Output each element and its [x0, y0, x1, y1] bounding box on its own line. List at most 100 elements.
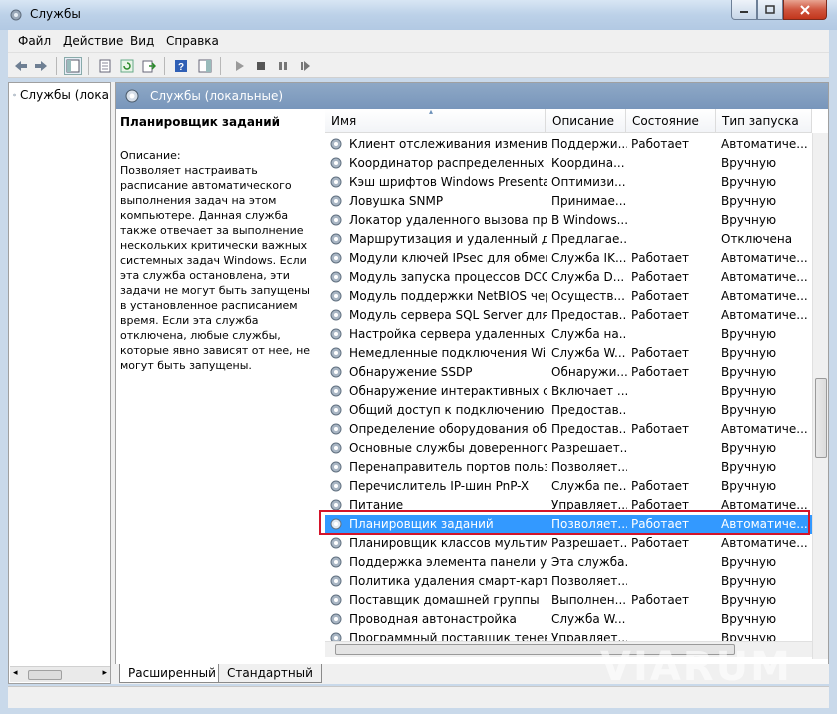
- menu-bar: Файл Действие Вид Справка: [8, 30, 829, 52]
- service-description-cell: Разрешает...: [551, 441, 627, 455]
- console-tree: Службы (лока ◂ ▸: [8, 82, 111, 684]
- service-startup-cell: Автоматиче...: [721, 251, 808, 265]
- tree-horizontal-scrollbar[interactable]: ◂ ▸: [10, 666, 110, 682]
- back-button[interactable]: [12, 57, 30, 75]
- table-row[interactable]: Обнаружение SSDP Обнаружи... Работает Вручн…: [325, 363, 812, 382]
- scrollbar-thumb[interactable]: [815, 378, 827, 458]
- table-row[interactable]: Перечислитель IP-шин PnP-X Служба пе... Ра…: [325, 477, 812, 496]
- service-gear-icon: [330, 385, 342, 397]
- service-status-cell: Работает: [631, 308, 690, 322]
- services-list: ▴ Имя Описание Состояние Тип запуска Кли…: [325, 109, 828, 659]
- show-console-tree-button[interactable]: [64, 57, 82, 75]
- forward-button[interactable]: [32, 57, 50, 75]
- service-gear-icon: [330, 461, 342, 473]
- table-row[interactable]: Модули ключей IPsec для обмена... Служба …: [325, 249, 812, 268]
- menu-view[interactable]: Вид: [130, 34, 154, 48]
- column-header-description[interactable]: Описание: [546, 109, 626, 133]
- table-row[interactable]: Поддержка элемента панели упр... Эта служ…: [325, 553, 812, 572]
- table-row[interactable]: Модуль сервера SQL Server для за... Предо…: [325, 306, 812, 325]
- pause-icon: [279, 62, 287, 70]
- service-startup-cell: Вручную: [721, 365, 777, 379]
- table-row[interactable]: Основные службы доверенного ... Разрешает…: [325, 439, 812, 458]
- minimize-button[interactable]: [731, 0, 757, 20]
- service-startup-cell: Вручную: [721, 384, 777, 398]
- scroll-left-icon[interactable]: ◂: [13, 668, 18, 678]
- table-row[interactable]: Политика удаления смарт-карт Позволяет...…: [325, 572, 812, 591]
- table-row[interactable]: Немедленные подключения Win... Служба W..…: [325, 344, 812, 363]
- column-header-startup-type[interactable]: Тип запуска: [716, 109, 812, 133]
- menu-action[interactable]: Действие: [63, 34, 123, 48]
- service-gear-icon: [330, 347, 342, 359]
- service-gear-icon: [330, 404, 342, 416]
- service-status-cell: Работает: [631, 593, 690, 607]
- restart-service-button[interactable]: [296, 57, 314, 75]
- tree-item-services-local[interactable]: Службы (лока: [13, 87, 109, 103]
- menu-file[interactable]: Файл: [18, 34, 51, 48]
- pane-header: Службы (локальные): [116, 83, 828, 109]
- service-startup-cell: Вручную: [721, 555, 777, 569]
- export-list-button[interactable]: [140, 57, 158, 75]
- window-title: Службы: [30, 7, 81, 21]
- service-name-cell: Перенаправитель портов пользо...: [349, 460, 547, 474]
- close-icon: [800, 4, 810, 15]
- menu-help[interactable]: Справка: [166, 34, 219, 48]
- scrollbar-thumb[interactable]: [28, 670, 62, 680]
- column-header-status[interactable]: Состояние: [626, 109, 716, 133]
- help-button[interactable]: ?: [172, 57, 190, 75]
- service-description-cell: Осуществ...: [551, 289, 625, 303]
- table-row[interactable]: Ловушка SNMP Принимае... Вручную: [325, 192, 812, 211]
- column-header-status-label: Состояние: [632, 114, 699, 128]
- table-row[interactable]: Общий доступ к подключению к ... Предоста…: [325, 401, 812, 420]
- service-description-cell: Предостав...: [551, 308, 627, 322]
- column-header-name[interactable]: ▴ Имя: [325, 109, 546, 133]
- status-bar: [8, 686, 829, 708]
- service-name-cell: Основные службы доверенного ...: [349, 441, 547, 455]
- table-row[interactable]: Определение оборудования обол... Предоста…: [325, 420, 812, 439]
- svg-text:?: ?: [178, 62, 184, 73]
- table-row[interactable]: Локатор удаленного вызова проц... В Windo…: [325, 211, 812, 230]
- table-row[interactable]: Модуль поддержки NetBIOS чере... Осуществ…: [325, 287, 812, 306]
- title-bar[interactable]: Службы: [0, 0, 837, 30]
- service-status-cell: Работает: [631, 270, 690, 284]
- table-row[interactable]: Обнаружение интерактивных слу... Включает…: [325, 382, 812, 401]
- maximize-button[interactable]: [757, 0, 783, 20]
- selection-highlight-frame: [319, 510, 810, 535]
- toolbar: ?: [8, 52, 829, 78]
- properties-button[interactable]: [96, 57, 114, 75]
- list-vertical-scrollbar[interactable]: [812, 133, 828, 659]
- service-startup-cell: Вручную: [721, 460, 777, 474]
- stop-service-button[interactable]: [252, 57, 270, 75]
- show-action-pane-button[interactable]: [196, 57, 214, 75]
- table-row[interactable]: Кэш шрифтов Windows Presentati... Оптимиз…: [325, 173, 812, 192]
- table-row[interactable]: Настройка сервера удаленных ра... Служба …: [325, 325, 812, 344]
- table-row[interactable]: Проводная автонастройка Служба W... Вручну…: [325, 610, 812, 629]
- service-startup-cell: Вручную: [721, 574, 777, 588]
- service-description-cell: Предлагае...: [551, 232, 627, 246]
- scroll-right-icon[interactable]: ▸: [102, 668, 107, 678]
- close-button[interactable]: [783, 0, 827, 20]
- tab-standard[interactable]: Стандартный: [218, 664, 322, 683]
- service-startup-cell: Отключена: [721, 232, 793, 246]
- table-row[interactable]: Маршрутизация и удаленный дос... Предлага…: [325, 230, 812, 249]
- sort-ascending-icon: ▴: [429, 109, 434, 116]
- service-gear-icon: [330, 233, 342, 245]
- refresh-button[interactable]: [118, 57, 136, 75]
- service-name-cell: Проводная автонастройка: [349, 612, 517, 626]
- service-name-cell: Локатор удаленного вызова проц...: [349, 213, 547, 227]
- table-row[interactable]: Координатор распределенных тр... Координа…: [325, 154, 812, 173]
- arrow-right-icon: [35, 61, 47, 71]
- tab-extended[interactable]: Расширенный: [119, 664, 225, 683]
- table-row[interactable]: Перенаправитель портов пользо... Позволяе…: [325, 458, 812, 477]
- services-gear-icon: [125, 89, 139, 103]
- table-row[interactable]: Планировщик классов мультиме... Разрешает…: [325, 534, 812, 553]
- service-status-cell: Работает: [631, 346, 690, 360]
- pause-service-button[interactable]: [274, 57, 292, 75]
- table-row[interactable]: Поставщик домашней группы Выполнен... Рабо…: [325, 591, 812, 610]
- service-gear-icon: [330, 328, 342, 340]
- service-gear-icon: [330, 309, 342, 321]
- column-header-name-label: Имя: [331, 114, 357, 128]
- service-startup-cell: Вручную: [721, 403, 777, 417]
- start-service-button[interactable]: [230, 57, 248, 75]
- table-row[interactable]: Модуль запуска процессов DCO... Служба D.…: [325, 268, 812, 287]
- table-row[interactable]: Клиент отслеживания изменивш... Поддержи.…: [325, 135, 812, 154]
